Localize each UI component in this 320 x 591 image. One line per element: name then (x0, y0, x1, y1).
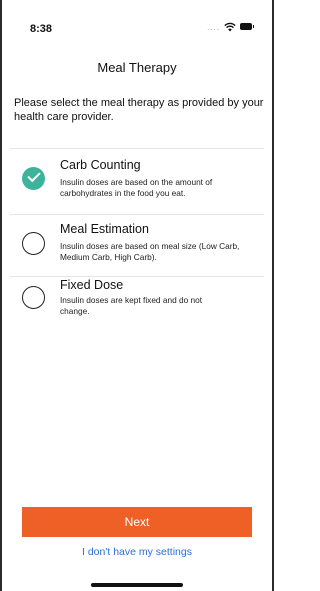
option-title: Meal Estimation (60, 222, 149, 236)
status-time: 8:38 (30, 23, 53, 35)
option-carb-counting[interactable]: Carb Counting Insulin doses are based on… (0, 150, 274, 208)
divider (10, 148, 264, 149)
intro-text: Please select the meal therapy as provid… (14, 97, 264, 123)
battery-icon (240, 23, 254, 30)
option-description: Insulin doses are based on the amount of… (60, 177, 213, 198)
option-meal-estimation[interactable]: Meal Estimation Insulin doses are based … (0, 216, 274, 274)
radio-checked-icon[interactable] (22, 167, 45, 190)
home-indicator (91, 583, 183, 587)
option-title: Fixed Dose (60, 278, 124, 292)
divider (10, 276, 264, 277)
next-button[interactable]: Next (22, 507, 252, 537)
option-title: Carb Counting (60, 158, 141, 172)
radio-unchecked-icon[interactable] (22, 232, 45, 255)
signal-dots: .... (207, 23, 220, 32)
status-icons: .... (207, 21, 254, 32)
wifi-icon (224, 22, 236, 31)
option-description: Insulin doses are kept fixed and do not … (60, 295, 203, 316)
no-settings-link[interactable]: I don't have my settings (0, 546, 274, 558)
option-description: Insulin doses are based on meal size (Lo… (60, 241, 240, 262)
divider (10, 214, 264, 215)
radio-unchecked-icon[interactable] (22, 286, 45, 309)
option-fixed-dose[interactable]: Fixed Dose Insulin doses are kept fixed … (0, 278, 274, 336)
page-title: Meal Therapy (97, 60, 177, 75)
status-bar: 8:38 .... (0, 0, 274, 40)
